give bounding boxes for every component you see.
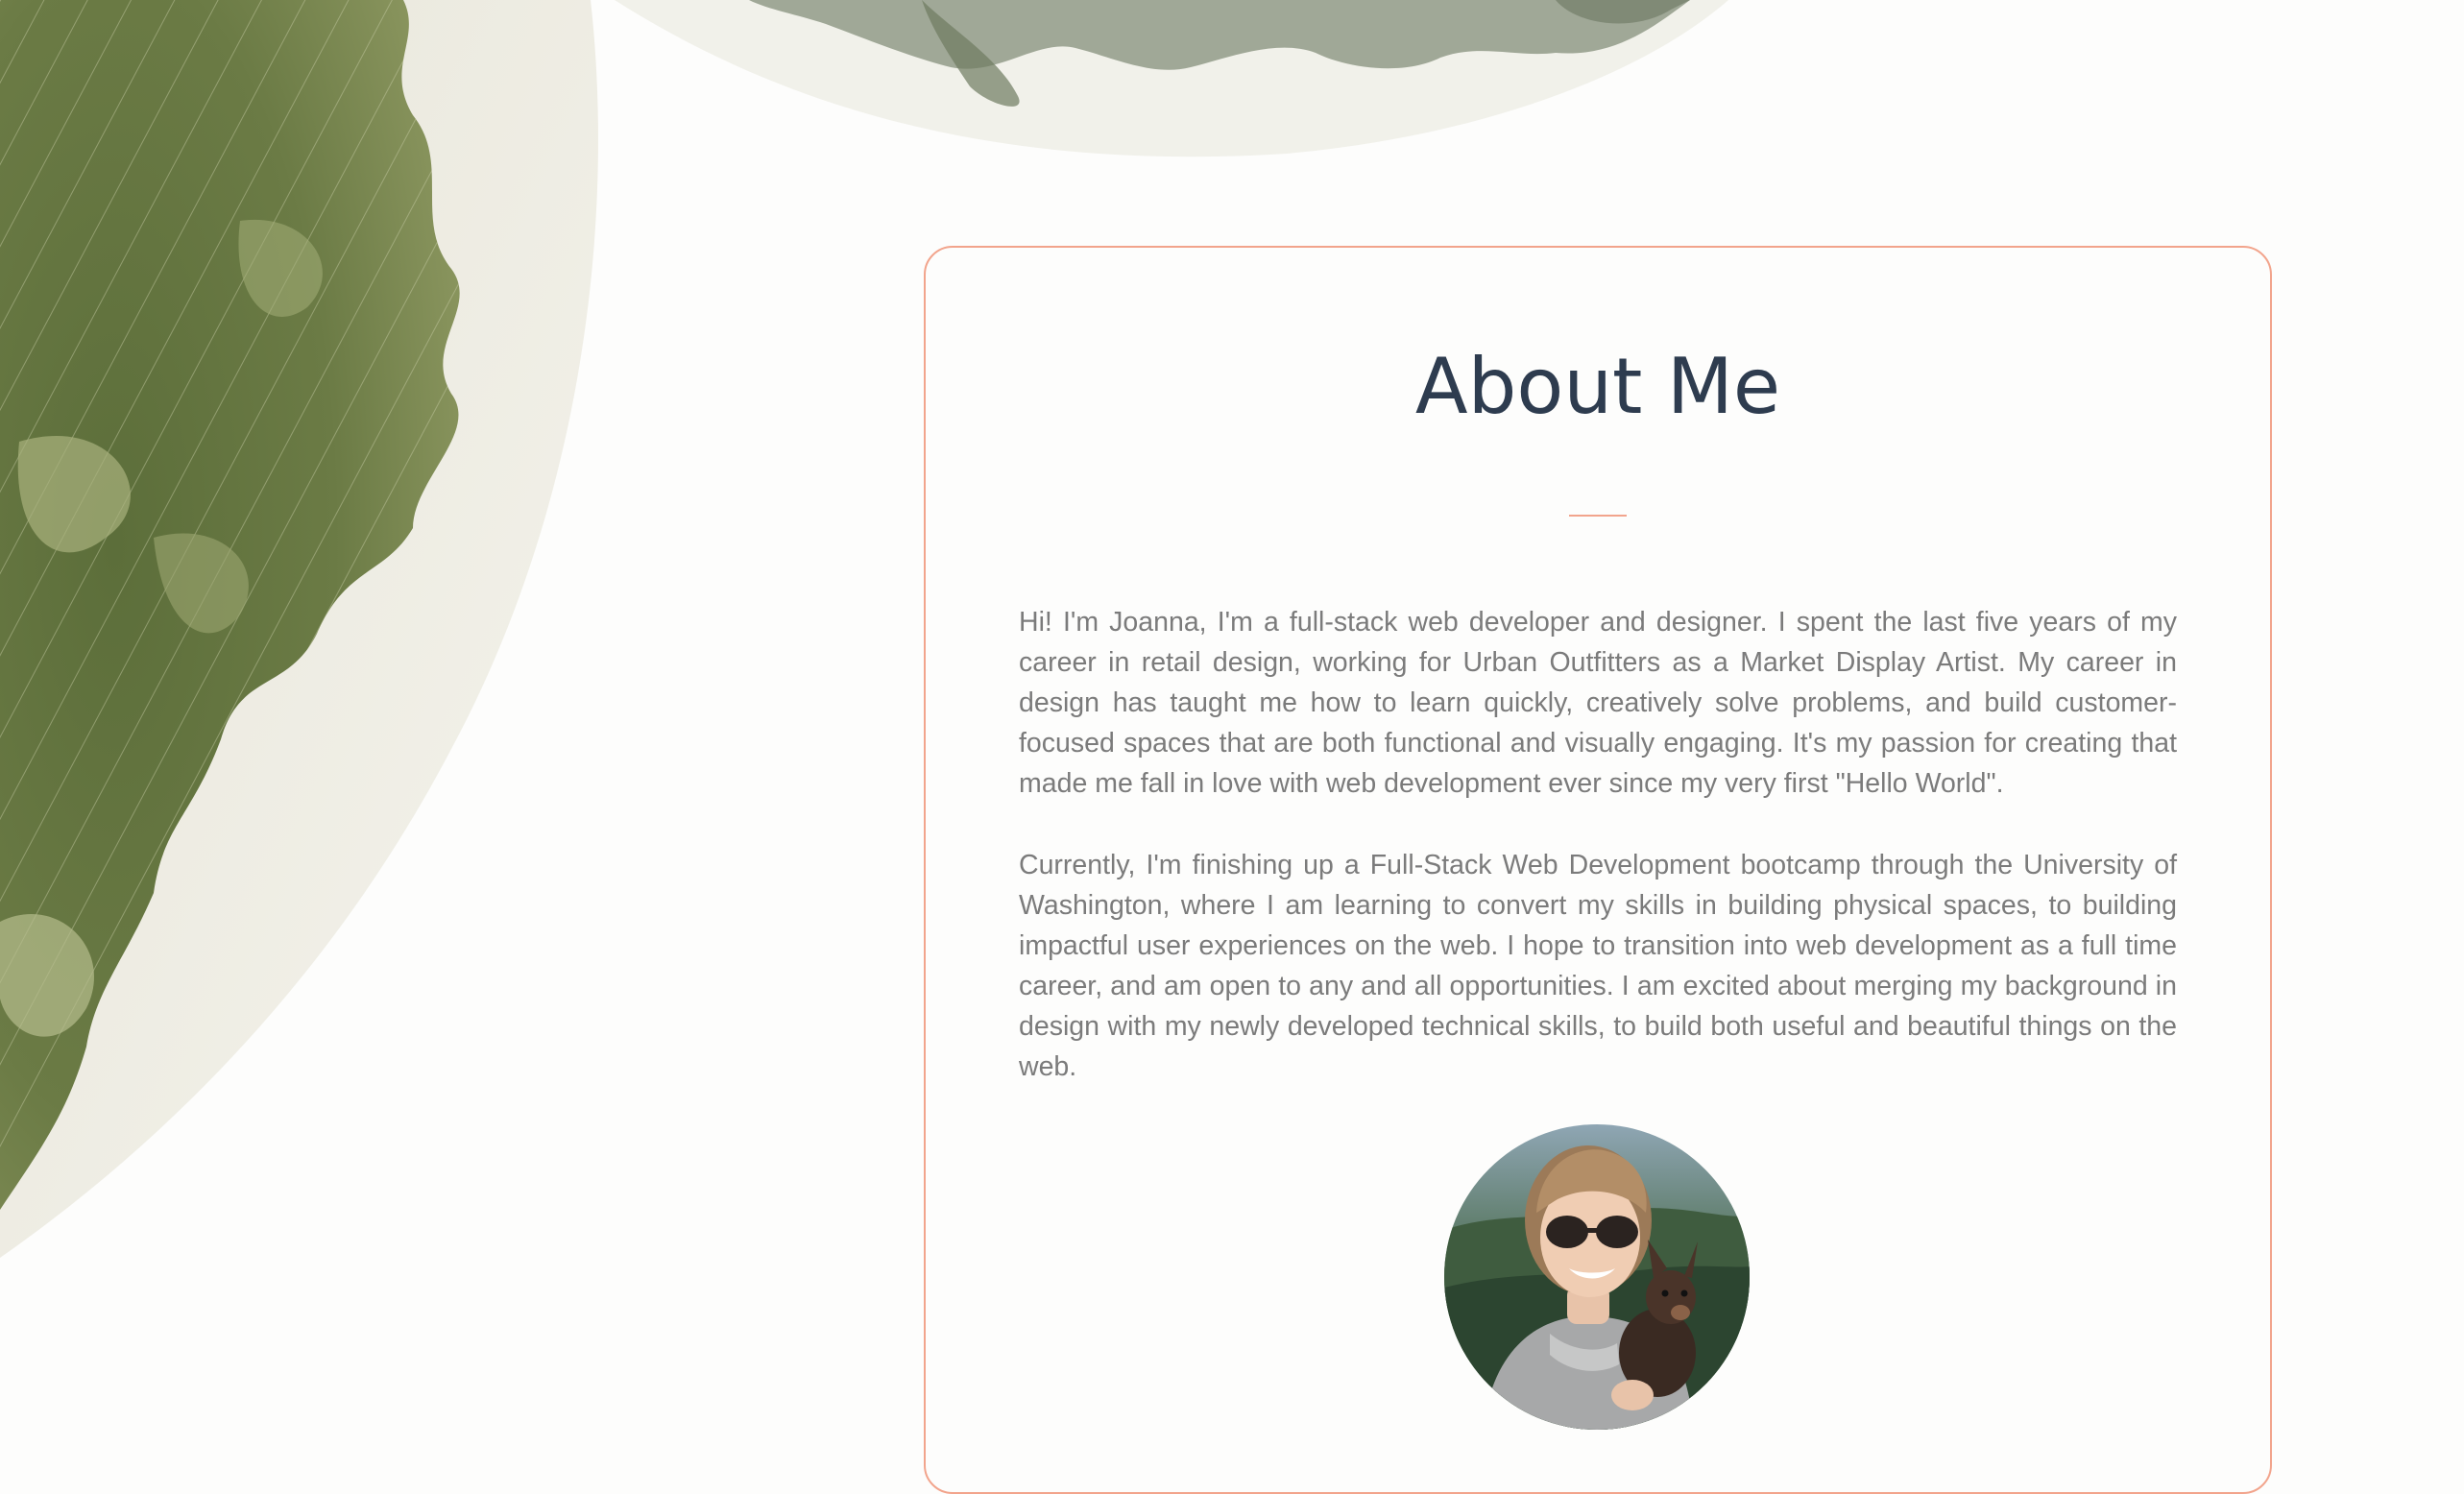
about-header: About Me (924, 334, 2272, 440)
bio-paragraph-2: Currently, I'm finishing up a Full-Stack… (1019, 850, 2177, 1082)
title-divider (1569, 515, 1627, 517)
about-title: About Me (1414, 342, 1781, 431)
profile-photo (1444, 1124, 1750, 1430)
bio-paragraph-1: Hi! I'm Joanna, I'm a full-stack web dev… (1019, 607, 2177, 799)
